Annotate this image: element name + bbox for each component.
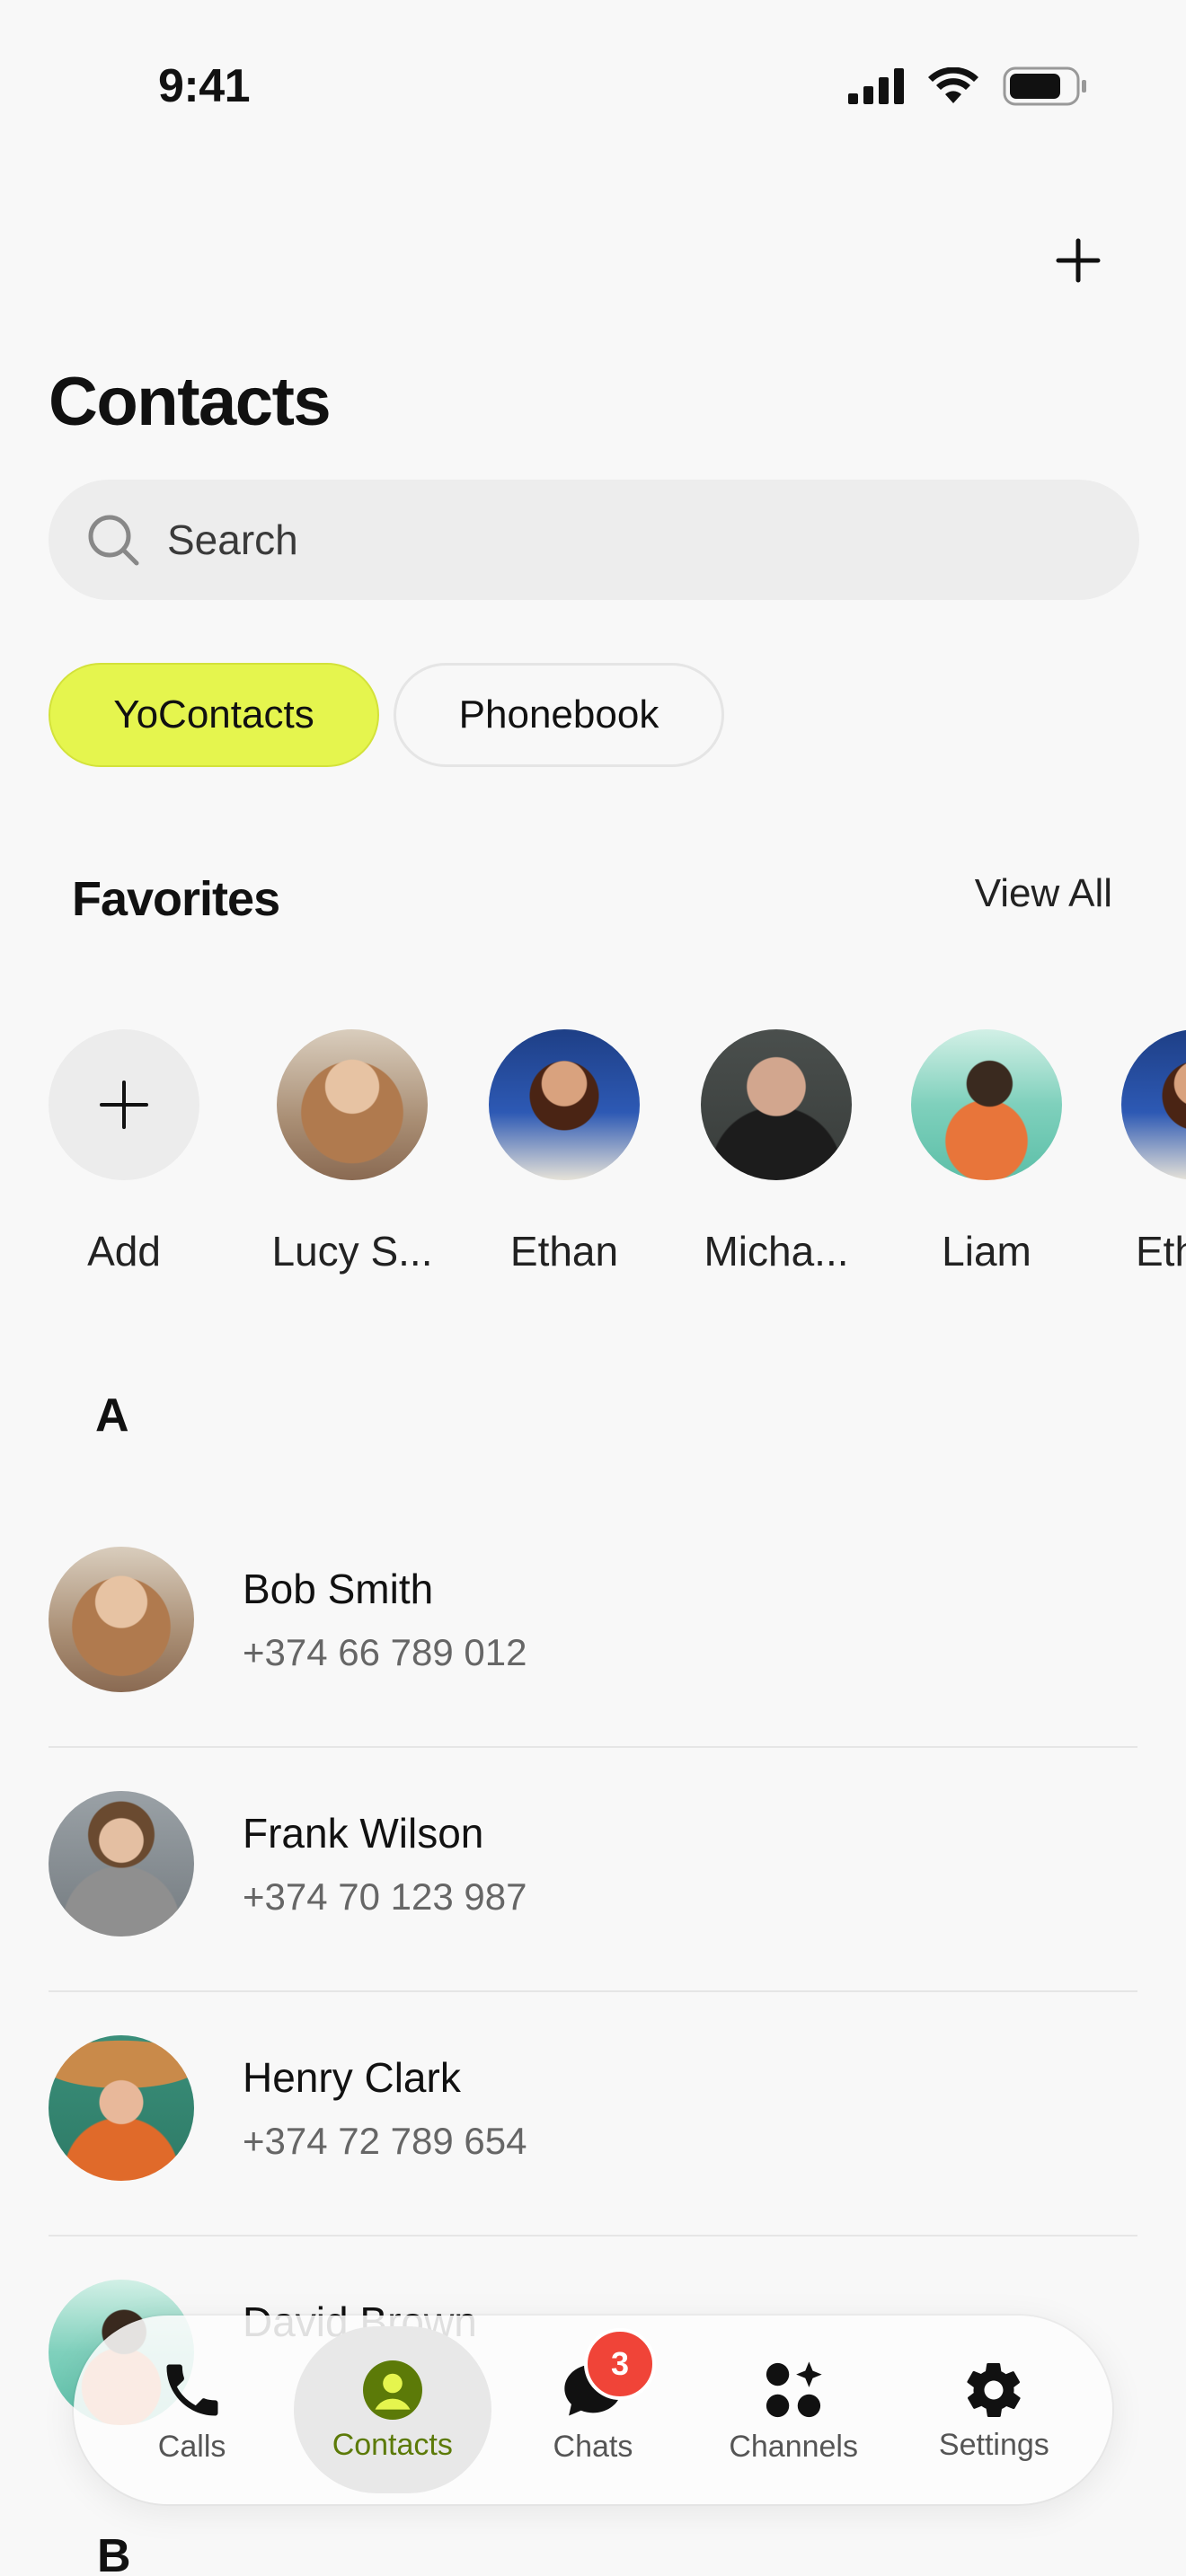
status-icons bbox=[848, 66, 1087, 106]
battery-icon bbox=[1003, 66, 1086, 106]
favorites-heading: Favorites bbox=[72, 872, 280, 926]
avatar bbox=[49, 1547, 194, 1692]
contact-row[interactable]: Bob Smith +374 66 789 012 bbox=[49, 1504, 1137, 1748]
avatar bbox=[49, 1791, 194, 1936]
add-contact-button[interactable] bbox=[1048, 230, 1109, 291]
add-favorite-button[interactable] bbox=[49, 1029, 199, 1180]
tab-label: Contacts bbox=[332, 2427, 453, 2462]
favorite-name: Add bbox=[87, 1228, 161, 1275]
avatar bbox=[489, 1029, 640, 1180]
contact-row[interactable]: Frank Wilson +374 70 123 987 bbox=[49, 1748, 1137, 1992]
favorite-name: Micha... bbox=[704, 1228, 849, 1275]
search-icon bbox=[88, 515, 139, 566]
search-input[interactable] bbox=[167, 516, 1066, 564]
view-all-link[interactable]: View All bbox=[975, 871, 1112, 916]
tab-chats[interactable]: 3 Chats bbox=[494, 2326, 692, 2493]
page-title: Contacts bbox=[49, 364, 332, 440]
section-letter: B bbox=[97, 2530, 131, 2576]
contact-name: Henry Clark bbox=[243, 2054, 461, 2101]
unread-badge: 3 bbox=[583, 2328, 656, 2400]
channels-icon bbox=[766, 2360, 822, 2417]
section-letter: A bbox=[95, 1389, 129, 1442]
contact-phone: +374 66 789 012 bbox=[243, 1631, 527, 1673]
contact-phone: +374 70 123 987 bbox=[243, 1875, 527, 1918]
favorite-name: Ethan bbox=[509, 1228, 619, 1275]
contact-name: Bob Smith bbox=[243, 1566, 434, 1612]
tab-contacts[interactable]: Contacts bbox=[293, 2326, 491, 2493]
segment-phonebook[interactable]: Phonebook bbox=[394, 663, 724, 767]
favorite-item[interactable]: Liam bbox=[897, 1029, 1076, 1275]
favorite-item[interactable]: Eth bbox=[1107, 1029, 1186, 1275]
avatar bbox=[49, 2035, 194, 2181]
cellular-signal-icon bbox=[848, 68, 904, 104]
favorite-name: Eth bbox=[1136, 1228, 1186, 1275]
contact-name: Frank Wilson bbox=[243, 1810, 484, 1857]
tab-calls[interactable]: Calls bbox=[93, 2326, 291, 2493]
contact-phone: +374 72 789 654 bbox=[243, 2120, 527, 2162]
tab-channels[interactable]: Channels bbox=[695, 2326, 892, 2493]
search-bar[interactable] bbox=[49, 480, 1139, 600]
tab-label: Channels bbox=[729, 2429, 858, 2464]
plus-icon bbox=[1056, 238, 1101, 283]
plus-icon bbox=[100, 1081, 148, 1129]
favorite-add[interactable]: Add bbox=[34, 1029, 214, 1275]
favorite-name: Liam bbox=[942, 1228, 1031, 1275]
avatar bbox=[1121, 1029, 1186, 1180]
avatar bbox=[277, 1029, 428, 1180]
favorite-name: Lucy S... bbox=[271, 1228, 433, 1275]
segment-yocontacts[interactable]: YoContacts bbox=[49, 663, 379, 767]
tab-label: Settings bbox=[938, 2427, 1049, 2462]
contacts-screen: 9:41 Contacts YoCon bbox=[0, 0, 1186, 2576]
tab-label: Chats bbox=[553, 2429, 633, 2464]
phone-icon bbox=[166, 2364, 218, 2415]
tab-settings[interactable]: Settings bbox=[895, 2326, 1093, 2493]
avatar bbox=[701, 1029, 852, 1180]
gear-icon bbox=[967, 2362, 1021, 2417]
tab-bar: Calls Contacts 3 Chats Channels Settings bbox=[74, 2316, 1112, 2504]
tab-label: Calls bbox=[157, 2429, 226, 2464]
favorite-item[interactable]: Lucy S... bbox=[262, 1029, 442, 1275]
wifi-icon bbox=[928, 67, 978, 103]
person-icon bbox=[362, 2360, 422, 2420]
contact-row[interactable]: Henry Clark +374 72 789 654 bbox=[49, 1992, 1137, 2236]
favorite-item[interactable]: Micha... bbox=[686, 1029, 866, 1275]
favorite-item[interactable]: Ethan bbox=[474, 1029, 654, 1275]
avatar bbox=[911, 1029, 1062, 1180]
status-time: 9:41 bbox=[158, 60, 251, 112]
